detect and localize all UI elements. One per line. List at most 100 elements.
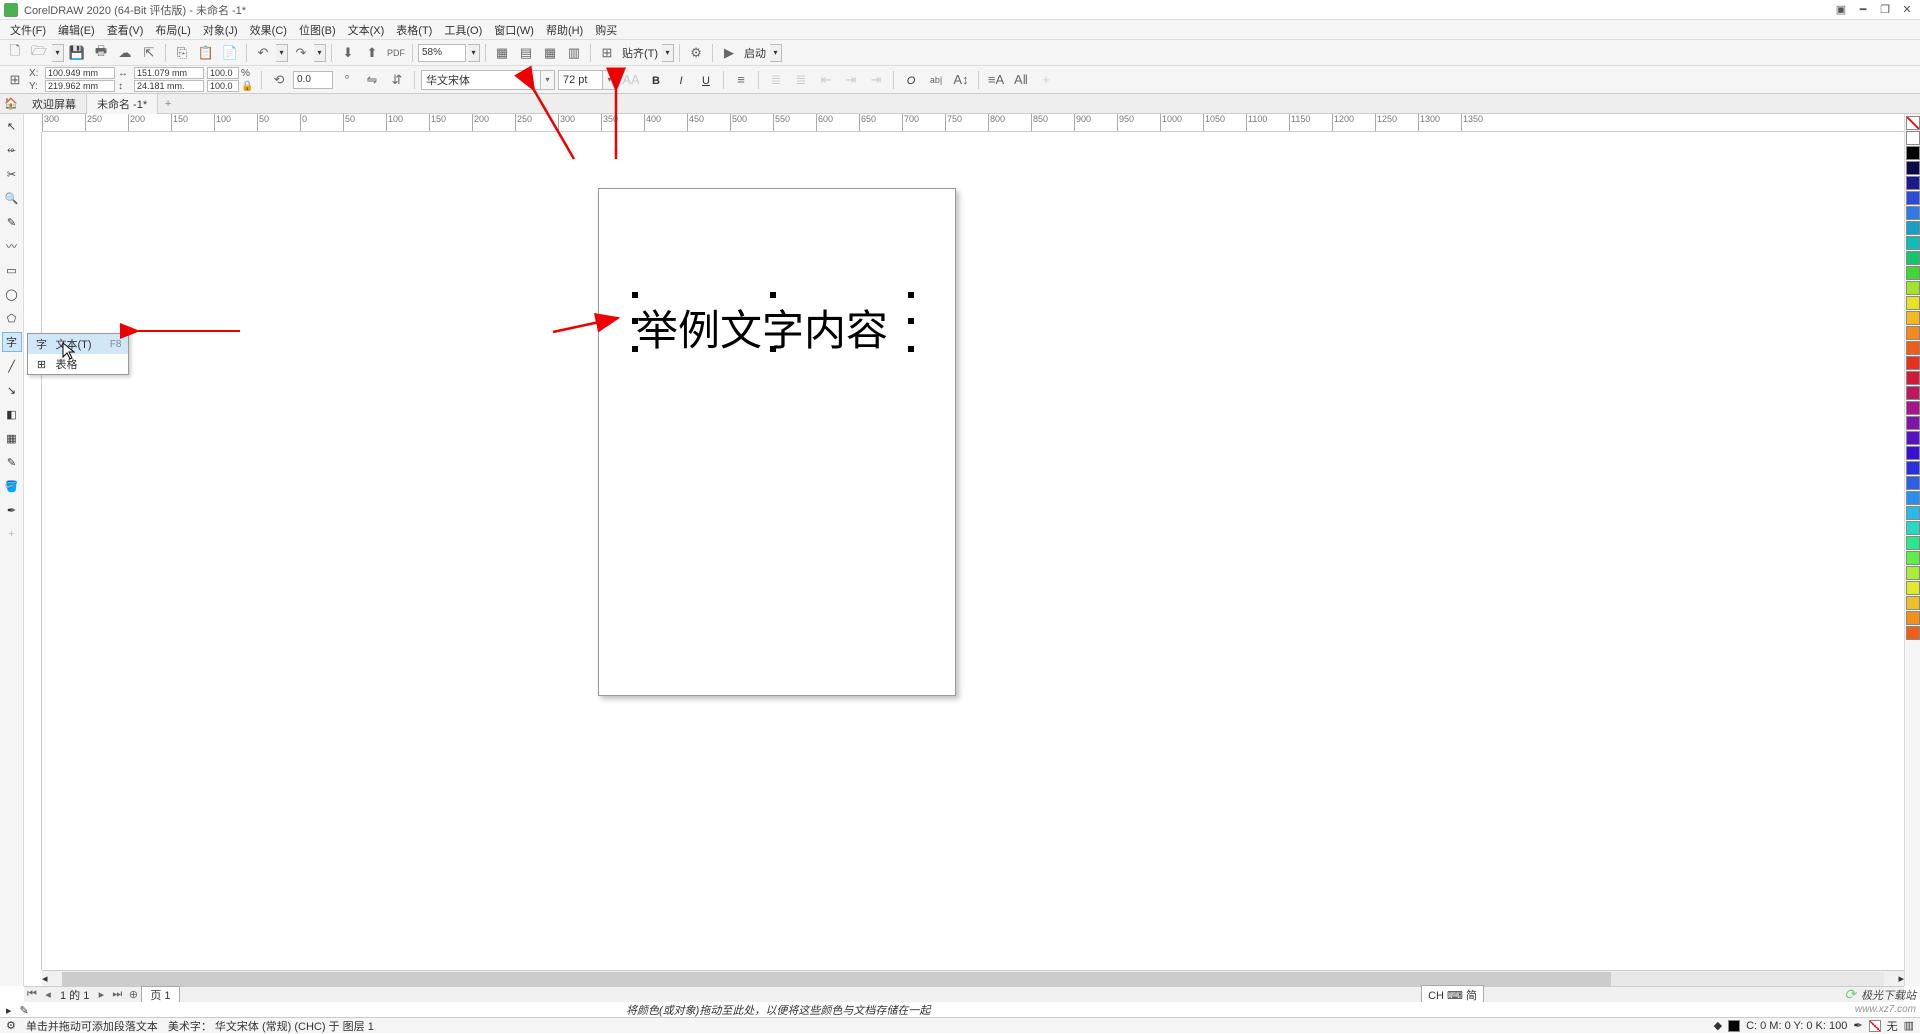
menu-file[interactable]: 文件(F): [4, 22, 52, 38]
hint-arrow-icon[interactable]: ▸: [6, 1004, 12, 1017]
export2-button[interactable]: ⬆: [361, 43, 383, 63]
mirror-v-button[interactable]: ⇵: [386, 70, 408, 90]
save-button[interactable]: 💾: [66, 43, 88, 63]
h-input[interactable]: [134, 80, 204, 92]
selection-handle[interactable]: [908, 318, 914, 324]
parallel-tool[interactable]: ╱: [2, 356, 22, 376]
pick-tool[interactable]: ↖: [2, 116, 22, 136]
presets-button[interactable]: ⊞: [4, 70, 26, 90]
fill-color-swatch[interactable]: [1728, 1020, 1740, 1032]
font-size-dropdown[interactable]: ▾: [603, 70, 617, 90]
color-swatch[interactable]: [1906, 191, 1920, 205]
font-family-dropdown[interactable]: ▾: [541, 70, 555, 90]
color-swatch[interactable]: [1906, 416, 1920, 430]
indent3-button[interactable]: ⇥: [865, 70, 887, 90]
fill-swatch-icon[interactable]: ◆: [1714, 1019, 1722, 1032]
textvert-button[interactable]: A‖: [1010, 70, 1032, 90]
color-swatch[interactable]: [1906, 611, 1920, 625]
color-swatch[interactable]: [1906, 446, 1920, 460]
page-first-button[interactable]: ⏮: [24, 988, 40, 1001]
import-button[interactable]: ⬇: [337, 43, 359, 63]
print-button[interactable]: 🖶: [90, 43, 112, 63]
color-swatch[interactable]: [1906, 596, 1920, 610]
text-tool[interactable]: 字 字 文本(T) F8 ⊞ 表格: [2, 332, 22, 352]
dropshadow-tool[interactable]: ◧: [2, 404, 22, 424]
menu-view[interactable]: 查看(V): [101, 22, 150, 38]
fullscreen-button[interactable]: ▦: [491, 43, 513, 63]
variable-font-button[interactable]: AA: [620, 70, 642, 90]
selection-handle[interactable]: [770, 346, 776, 352]
menu-text[interactable]: 文本(X): [342, 22, 391, 38]
page-next-button[interactable]: ▸: [93, 988, 109, 1001]
crop-tool[interactable]: ✂: [2, 164, 22, 184]
selection-handle[interactable]: [908, 346, 914, 352]
color-swatch[interactable]: [1906, 506, 1920, 520]
color-swatch[interactable]: [1906, 176, 1920, 190]
notify-icon[interactable]: ▣: [1832, 3, 1850, 17]
scalex-input[interactable]: [207, 67, 239, 79]
angle-input[interactable]: [293, 71, 333, 89]
opentype-button[interactable]: O: [900, 70, 922, 90]
undo-button[interactable]: ↶: [252, 43, 274, 63]
indent2-button[interactable]: ⇥: [840, 70, 862, 90]
abc-button[interactable]: ab|: [925, 70, 947, 90]
artistic-tool[interactable]: 〰: [2, 236, 22, 256]
cloud-button[interactable]: ☁: [114, 43, 136, 63]
color-swatch[interactable]: [1906, 461, 1920, 475]
outline-tool[interactable]: ✒: [2, 500, 22, 520]
tab-add-button[interactable]: +: [158, 98, 178, 110]
pdf-button[interactable]: PDF: [385, 43, 407, 63]
bold-button[interactable]: B: [645, 70, 667, 90]
launch-icon[interactable]: ▶: [718, 43, 740, 63]
color-swatch[interactable]: [1906, 266, 1920, 280]
tab-document[interactable]: 未命名 -1*: [87, 94, 158, 114]
font-family-input[interactable]: [421, 70, 541, 90]
color-swatch[interactable]: [1906, 146, 1920, 160]
italic-button[interactable]: I: [670, 70, 692, 90]
selection-handle[interactable]: [908, 292, 914, 298]
guides-button[interactable]: ▥: [563, 43, 585, 63]
color-swatch[interactable]: [1906, 371, 1920, 385]
open-dropdown[interactable]: ▾: [52, 44, 64, 62]
underline-button[interactable]: U: [695, 70, 717, 90]
fill-tool[interactable]: 🪣: [2, 476, 22, 496]
font-size-input[interactable]: [558, 70, 603, 90]
menu-effects[interactable]: 效果(C): [244, 22, 293, 38]
status-extra-icon[interactable]: ▥: [1904, 1019, 1914, 1032]
menu-layout[interactable]: 布局(L): [149, 22, 196, 38]
outline-none-swatch[interactable]: [1869, 1020, 1881, 1032]
paste-button[interactable]: 📋: [195, 43, 217, 63]
color-swatch[interactable]: [1906, 281, 1920, 295]
no-color-swatch[interactable]: [1906, 116, 1920, 130]
y-input[interactable]: [45, 80, 115, 92]
polygon-tool[interactable]: ⬠: [2, 308, 22, 328]
scaley-input[interactable]: [207, 80, 239, 92]
list2-button[interactable]: ≣: [790, 70, 812, 90]
color-swatch[interactable]: [1906, 521, 1920, 535]
selection-handle[interactable]: [632, 346, 638, 352]
horizontal-ruler[interactable]: 3002502001501005005010015020025030035040…: [42, 114, 1904, 132]
color-swatch[interactable]: [1906, 626, 1920, 640]
tab-welcome[interactable]: 欢迎屏幕: [22, 94, 87, 114]
page-last-button[interactable]: ⏭: [109, 988, 125, 1001]
snap-dropdown[interactable]: ▾: [662, 44, 674, 62]
color-swatch[interactable]: [1906, 251, 1920, 265]
selection-handle[interactable]: [632, 318, 638, 324]
menu-tools[interactable]: 工具(O): [438, 22, 488, 38]
color-swatch[interactable]: [1906, 326, 1920, 340]
textdir-button[interactable]: A↕: [950, 70, 972, 90]
lock-icon[interactable]: 🔒: [241, 81, 255, 92]
color-swatch[interactable]: [1906, 236, 1920, 250]
text-object[interactable]: 举例文字内容: [636, 297, 888, 358]
menu-buy[interactable]: 购买: [589, 22, 623, 38]
selection-handle[interactable]: [632, 292, 638, 298]
connector-tool[interactable]: ↘: [2, 380, 22, 400]
menu-window[interactable]: 窗口(W): [488, 22, 540, 38]
w-input[interactable]: [134, 67, 204, 79]
export-button[interactable]: ⇱: [138, 43, 160, 63]
color-swatch[interactable]: [1906, 131, 1920, 145]
grid2-button[interactable]: ▦: [539, 43, 561, 63]
color-swatch[interactable]: [1906, 581, 1920, 595]
menu-object[interactable]: 对象(J): [197, 22, 244, 38]
snap-label[interactable]: 贴齐(T): [620, 45, 660, 61]
